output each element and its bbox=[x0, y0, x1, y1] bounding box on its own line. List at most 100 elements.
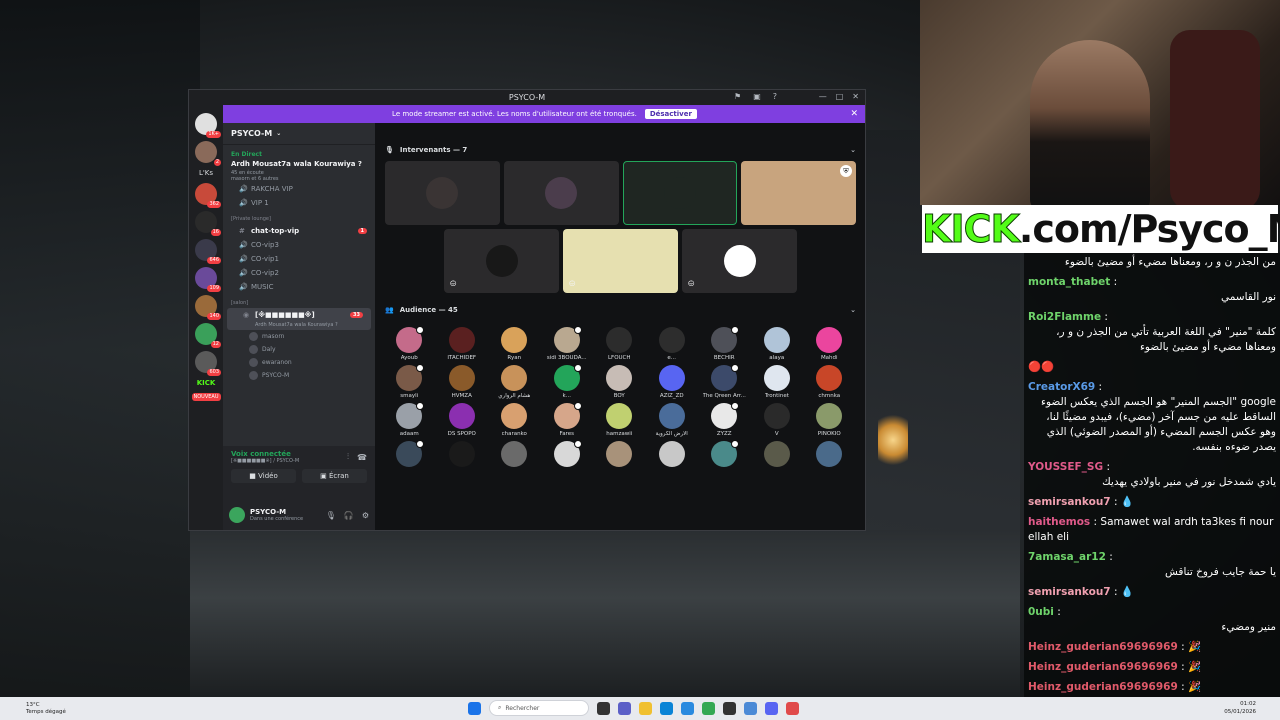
audience-member[interactable] bbox=[383, 440, 436, 469]
speaker-tile[interactable] bbox=[622, 161, 738, 225]
audience-member[interactable]: chmnka bbox=[803, 365, 856, 399]
disconnect-icon[interactable]: ☎ bbox=[357, 453, 367, 462]
headphones-icon[interactable]: 🎧 bbox=[344, 511, 354, 520]
audience-member[interactable] bbox=[803, 441, 856, 469]
category-salon[interactable]: [salon] bbox=[223, 294, 375, 308]
mail-icon[interactable] bbox=[681, 701, 694, 715]
audience-member[interactable] bbox=[646, 441, 699, 469]
server-icon[interactable]: 140 bbox=[195, 295, 221, 320]
server-icon[interactable]: 362 bbox=[195, 183, 221, 208]
channel-item[interactable]: 🔊 CO-vip3 bbox=[223, 238, 375, 252]
chat-username[interactable]: 7amasa_ar12 bbox=[1028, 551, 1106, 563]
voice-user[interactable]: Daly bbox=[223, 343, 375, 356]
chat-username[interactable]: monta_thabet bbox=[1028, 276, 1110, 288]
minimize-button[interactable]: — bbox=[819, 92, 827, 101]
speaker-tile[interactable]: ⨸ bbox=[444, 229, 559, 293]
waveform-icon[interactable]: ⫶ bbox=[347, 452, 349, 462]
help-icon[interactable]: ? bbox=[773, 92, 777, 101]
microphone-icon[interactable]: 🎙 bbox=[326, 511, 336, 520]
speaker-tile[interactable]: ⨸ bbox=[563, 229, 678, 293]
audience-member[interactable] bbox=[436, 441, 489, 469]
audience-member[interactable]: Ryan bbox=[488, 327, 541, 361]
category-private[interactable]: [Private lounge] bbox=[223, 210, 375, 224]
speaker-tile[interactable] bbox=[503, 161, 619, 225]
audience-member[interactable]: sidi 3BOUDA... bbox=[541, 326, 594, 361]
channel-item[interactable]: 🔊 MUSIC bbox=[223, 280, 375, 294]
server-icon[interactable]: 16 bbox=[195, 211, 221, 236]
audience-member[interactable] bbox=[698, 440, 751, 469]
audience-member[interactable]: AZIZ_ZD bbox=[646, 365, 699, 399]
obs-icon[interactable] bbox=[786, 701, 799, 715]
weather-widget[interactable]: 13°C Temps dégagé bbox=[26, 702, 66, 716]
screen-share-button[interactable]: ▣ Écran bbox=[302, 469, 367, 483]
voice-user[interactable]: ewaranon bbox=[223, 356, 375, 369]
audience-member[interactable]: HVMZA bbox=[436, 365, 489, 399]
app-icon[interactable] bbox=[744, 701, 757, 715]
audience-member[interactable]: BECHIR bbox=[698, 326, 751, 361]
server-icon[interactable]: 1K+ bbox=[195, 113, 221, 138]
audience-member[interactable]: LFOUCH bbox=[593, 327, 646, 361]
channel-item[interactable]: 🔊 VIP 1 bbox=[223, 196, 375, 210]
channel-item[interactable]: 🔊 CO-vip2 bbox=[223, 266, 375, 280]
server-icon[interactable]: 603 bbox=[195, 351, 221, 376]
audience-member[interactable]: k... bbox=[541, 364, 594, 399]
discord-icon[interactable] bbox=[765, 701, 778, 715]
chrome-icon[interactable] bbox=[702, 701, 715, 715]
close-button[interactable]: ✕ bbox=[852, 92, 859, 101]
speaker-tile[interactable]: ⛨ bbox=[741, 161, 856, 225]
audience-member[interactable]: hamzawii bbox=[593, 403, 646, 437]
audience-member[interactable]: V bbox=[751, 403, 804, 437]
inbox-icon[interactable]: ⚑ bbox=[734, 92, 741, 101]
video-button[interactable]: ■ Vidéo bbox=[231, 469, 296, 483]
folder-icon[interactable] bbox=[639, 701, 652, 715]
audience-member[interactable]: adaam bbox=[383, 402, 436, 437]
chat-username[interactable]: semirsankou7 bbox=[1028, 496, 1111, 508]
channel-item[interactable]: 🔊 RAKCHA VIP bbox=[223, 182, 375, 196]
channel-item[interactable]: 🔊 CO-vip1 bbox=[223, 252, 375, 266]
audience-member[interactable]: ITACHIDEF bbox=[436, 327, 489, 361]
chat-username[interactable]: semirsankou7 bbox=[1028, 586, 1111, 598]
speaker-tile[interactable] bbox=[385, 161, 500, 225]
maximize-button[interactable]: □ bbox=[836, 92, 844, 101]
active-stage-channel[interactable]: ◉ [※■■■■■■※] 33 Ardh Mousat7a wala Kourawi… bbox=[227, 308, 371, 330]
voice-user[interactable]: PSYCO-M bbox=[223, 369, 375, 382]
audience-member[interactable]: e... bbox=[646, 327, 699, 361]
audience-member[interactable] bbox=[541, 440, 594, 469]
audience-member[interactable] bbox=[751, 441, 804, 469]
app-icon[interactable] bbox=[723, 701, 736, 715]
chat-username[interactable]: Roi2Flamme bbox=[1028, 311, 1101, 323]
server-label[interactable]: L'Ks bbox=[199, 169, 213, 177]
audience-member[interactable]: charanko bbox=[488, 403, 541, 437]
audience-member[interactable]: هشام الرواري bbox=[488, 365, 541, 399]
avatar[interactable] bbox=[229, 507, 245, 523]
speakers-header[interactable]: 🎙 Intervenants — 7 ⌄ bbox=[375, 143, 865, 157]
server-icon[interactable]: 646 bbox=[195, 239, 221, 264]
server-icon[interactable]: 12 bbox=[195, 323, 221, 348]
audience-member[interactable]: PINOKIO bbox=[803, 403, 856, 437]
audience-member[interactable]: The Qreen Arr... bbox=[698, 364, 751, 399]
speaker-tile[interactable]: ⨸ bbox=[682, 229, 797, 293]
chat-username[interactable]: CreatorX69 bbox=[1028, 381, 1095, 393]
audience-member[interactable]: Mahdi bbox=[803, 327, 856, 361]
server-icon[interactable]: 109 bbox=[195, 267, 221, 292]
audience-member[interactable]: BOY bbox=[593, 365, 646, 399]
task-view-icon[interactable] bbox=[597, 701, 610, 715]
taskbar-search[interactable]: ⌕ Rechercher bbox=[489, 700, 589, 716]
channel-item[interactable]: # chat-top-vip 1 bbox=[223, 224, 375, 238]
audience-member[interactable]: الأرض الكروية bbox=[646, 403, 699, 437]
audience-member[interactable]: smayli bbox=[383, 364, 436, 399]
guild-header[interactable]: PSYCO-M ⌄ bbox=[223, 123, 375, 145]
banner-close-icon[interactable]: ✕ bbox=[850, 109, 858, 119]
voice-user[interactable]: masorn bbox=[223, 330, 375, 343]
chat-username[interactable]: haithemos bbox=[1028, 516, 1090, 528]
chat-username[interactable]: Heinz_guderian69696969 bbox=[1028, 661, 1178, 673]
server-icon[interactable]: 2 bbox=[195, 141, 221, 166]
chat-username[interactable]: Heinz_guderian69696969 bbox=[1028, 681, 1178, 693]
audience-member[interactable]: Ayoub bbox=[383, 326, 436, 361]
chat-username[interactable]: 0ubi bbox=[1028, 606, 1054, 618]
audience-member[interactable] bbox=[593, 441, 646, 469]
audience-member[interactable]: alaya bbox=[751, 327, 804, 361]
server-label-kick[interactable]: KICK bbox=[197, 379, 216, 387]
live-title[interactable]: Ardh Mousat7a wala Kourawiya ? bbox=[223, 158, 375, 170]
audience-member[interactable]: Fares bbox=[541, 402, 594, 437]
